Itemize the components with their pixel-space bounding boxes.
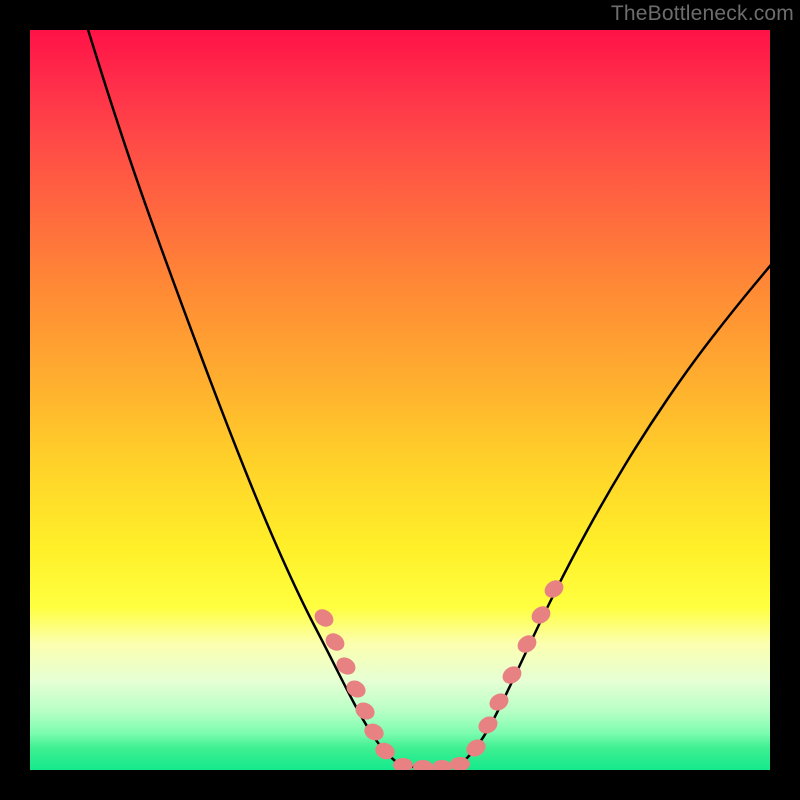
scatter-markers — [311, 577, 567, 770]
plot-area — [30, 30, 770, 770]
curve-left-branch — [85, 30, 400, 765]
marker-point — [413, 760, 433, 770]
chart-frame: TheBottleneck.com — [0, 0, 800, 800]
marker-point — [528, 603, 554, 628]
marker-point — [343, 677, 368, 701]
marker-point — [541, 577, 567, 602]
curve-svg — [30, 30, 770, 770]
curve-right-branch — [460, 260, 770, 765]
marker-point — [393, 758, 413, 770]
marker-point — [475, 713, 500, 737]
marker-point — [432, 760, 452, 770]
curve-paths — [85, 30, 770, 768]
watermark-text: TheBottleneck.com — [611, 2, 794, 26]
marker-point — [352, 699, 377, 723]
marker-point — [333, 654, 358, 678]
